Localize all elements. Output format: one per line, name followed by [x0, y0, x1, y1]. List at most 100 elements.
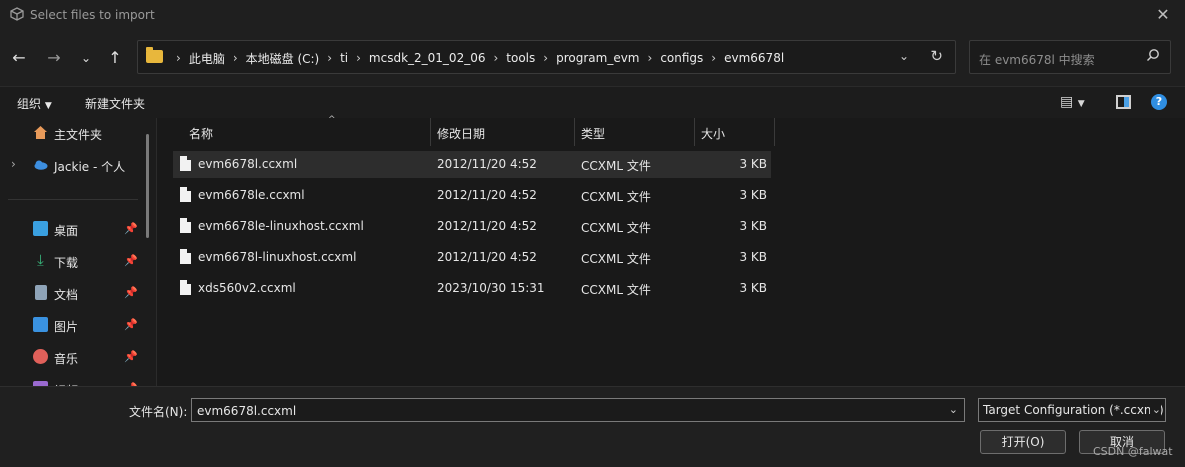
chevron-down-icon[interactable]: ⌄ [899, 49, 909, 63]
help-icon[interactable]: ? [1151, 94, 1167, 110]
pin-icon[interactable]: 📌 [124, 222, 138, 235]
table-row[interactable]: evm6678l-linuxhost.ccxml 2012/11/20 4:52… [173, 244, 771, 271]
chevron-down-icon[interactable]: ⌄ [1149, 403, 1161, 416]
sidebar-item-label: 下载 [54, 256, 79, 270]
search-icon[interactable] [1146, 48, 1160, 62]
pin-icon[interactable]: 📌 [124, 254, 138, 267]
sidebar-item-label: 桌面 [54, 224, 79, 238]
file-icon [180, 218, 191, 233]
view-options-icon[interactable]: ▤ ▼ [1060, 94, 1085, 110]
column-header-label: 大小 [701, 127, 726, 141]
column-header-type[interactable]: 类型 [575, 118, 695, 146]
new-folder-button[interactable]: 新建文件夹 [85, 95, 145, 112]
breadcrumb-evm6678l[interactable]: evm6678l [724, 51, 784, 65]
chevron-down-icon: ▼ [44, 101, 52, 111]
file-name: evm6678l.ccxml [198, 157, 298, 171]
sidebar-item-onedrive[interactable]: › Jackie - 个人 [0, 153, 145, 177]
chevron-right-icon[interactable]: › [711, 51, 716, 65]
watermark-text: CSDN @falwat [1093, 445, 1173, 458]
chevron-right-icon[interactable]: › [493, 51, 498, 65]
download-icon: ⤓ [37, 251, 44, 269]
chevron-right-icon[interactable]: › [233, 51, 238, 65]
close-icon[interactable]: ✕ [1153, 5, 1173, 25]
navigation-bar: ← → ⌄ ↑ › 此电脑 › 本地磁盘 (C:) › ti › mcsdk_2… [0, 30, 1185, 86]
file-name: evm6678le-linuxhost.ccxml [198, 219, 364, 233]
breadcrumb-ti[interactable]: ti [340, 51, 348, 65]
refresh-icon[interactable]: ↻ [930, 47, 943, 65]
file-size: 3 KB [739, 250, 767, 264]
document-icon [35, 285, 47, 300]
breadcrumb-local-disk[interactable]: 本地磁盘 (C:) [246, 50, 320, 67]
recent-locations-chevron-icon[interactable]: ⌄ [74, 46, 98, 70]
file-type: CCXML 文件 [581, 252, 651, 266]
sidebar-item-label: 文档 [54, 288, 79, 302]
sidebar-divider [8, 199, 138, 200]
app-icon [10, 7, 24, 21]
file-date: 2012/11/20 4:52 [437, 188, 537, 202]
filetype-select[interactable]: Target Configuration (*.ccxml) ⌄ [978, 398, 1166, 422]
column-header-size[interactable]: 大小 [695, 118, 775, 146]
sidebar-item-home[interactable]: 主文件夹 [0, 121, 145, 145]
table-row[interactable]: evm6678le-linuxhost.ccxml 2012/11/20 4:5… [173, 213, 771, 240]
file-icon [180, 280, 191, 295]
sidebar-item-label: 图片 [54, 320, 79, 334]
folder-icon [146, 47, 163, 63]
sidebar-item-label: 音乐 [54, 352, 79, 366]
file-type: CCXML 文件 [581, 283, 651, 297]
breadcrumb-tools[interactable]: tools [506, 51, 535, 65]
breadcrumb-program-evm[interactable]: program_evm [556, 51, 639, 65]
pin-icon[interactable]: 📌 [124, 350, 138, 363]
chevron-right-icon[interactable]: › [11, 157, 16, 171]
preview-pane-icon[interactable] [1116, 95, 1131, 109]
filename-input[interactable]: evm6678l.ccxml ⌄ [191, 398, 965, 422]
up-arrow-icon[interactable]: ↑ [103, 46, 127, 70]
sidebar-scrollbar[interactable] [146, 134, 149, 238]
file-size: 3 KB [739, 281, 767, 295]
sidebar-item-downloads[interactable]: ⤓ 下载 📌 [0, 249, 145, 273]
breadcrumb-this-pc[interactable]: 此电脑 [189, 50, 225, 67]
sidebar-item-documents[interactable]: 文档 📌 [0, 281, 145, 305]
desktop-icon [33, 221, 48, 236]
column-header-label: 类型 [581, 127, 606, 141]
file-date: 2012/11/20 4:52 [437, 219, 537, 233]
organize-menu[interactable]: 组织 ▼ [17, 95, 52, 112]
chevron-right-icon[interactable]: › [543, 51, 548, 65]
pin-icon[interactable]: 📌 [124, 318, 138, 331]
search-placeholder: 在 evm6678l 中搜索 [979, 53, 1095, 67]
address-bar[interactable]: › 此电脑 › 本地磁盘 (C:) › ti › mcsdk_2_01_02_0… [137, 40, 956, 74]
forward-arrow-icon[interactable]: → [42, 46, 66, 70]
sidebar-item-desktop[interactable]: 桌面 📌 [0, 217, 145, 241]
breadcrumb-mcsdk[interactable]: mcsdk_2_01_02_06 [369, 51, 486, 65]
table-row[interactable]: xds560v2.ccxml 2023/10/30 15:31 CCXML 文件… [173, 275, 771, 302]
chevron-down-icon[interactable]: ⌄ [949, 403, 958, 416]
file-name: evm6678le.ccxml [198, 188, 305, 202]
search-box[interactable]: 在 evm6678l 中搜索 [969, 40, 1171, 74]
chevron-right-icon[interactable]: › [648, 51, 653, 65]
sidebar-item-music[interactable]: 音乐 📌 [0, 345, 145, 369]
table-row[interactable]: evm6678le.ccxml 2012/11/20 4:52 CCXML 文件… [173, 182, 771, 209]
table-row[interactable]: evm6678l.ccxml 2012/11/20 4:52 CCXML 文件 … [173, 151, 771, 178]
chevron-right-icon[interactable]: › [176, 51, 181, 65]
home-icon [34, 126, 47, 139]
command-bar: 组织 ▼ 新建文件夹 ▤ ▼ ? [0, 86, 1185, 118]
dialog-footer: 文件名(N): evm6678l.ccxml ⌄ Target Configur… [0, 386, 1185, 467]
file-name: xds560v2.ccxml [198, 281, 296, 295]
column-header-date[interactable]: 修改日期 [431, 118, 575, 146]
pin-icon[interactable]: 📌 [124, 286, 138, 299]
sidebar-item-label: 主文件夹 [54, 128, 103, 142]
open-button[interactable]: 打开(O) [980, 430, 1066, 454]
filename-value: evm6678l.ccxml [197, 404, 297, 418]
file-name: evm6678l-linuxhost.ccxml [198, 250, 357, 264]
sidebar-item-videos[interactable]: 视频 📌 [0, 377, 145, 386]
sort-ascending-icon: ^ [328, 115, 336, 125]
sidebar-item-pictures[interactable]: 图片 📌 [0, 313, 145, 337]
column-header-name[interactable]: ^ 名称 [183, 115, 431, 146]
chevron-right-icon[interactable]: › [356, 51, 361, 65]
column-divider[interactable] [774, 118, 775, 146]
back-arrow-icon[interactable]: ← [7, 46, 31, 70]
breadcrumb-configs[interactable]: configs [660, 51, 703, 65]
file-size: 3 KB [739, 157, 767, 171]
filename-label: 文件名(N): [129, 405, 188, 419]
chevron-right-icon[interactable]: › [327, 51, 332, 65]
file-size: 3 KB [739, 219, 767, 233]
